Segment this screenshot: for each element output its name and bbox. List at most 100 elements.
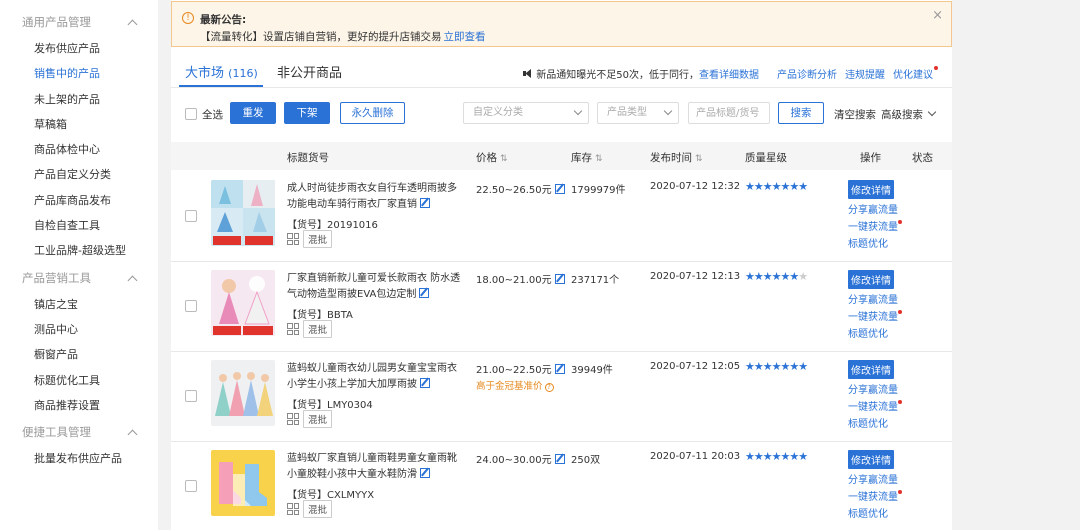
product-thumbnail[interactable] <box>211 180 275 246</box>
title-optimize-link[interactable]: 标题优化 <box>848 326 888 343</box>
title-optimize-link[interactable]: 标题优化 <box>848 236 888 253</box>
sidebar-item-store-treasure[interactable]: 镇店之宝 <box>0 292 158 317</box>
share-traffic-link[interactable]: 分享赢流量 <box>848 292 898 309</box>
sidebar-item-self-check[interactable]: 自检自查工具 <box>0 213 158 238</box>
sidebar-item-on-sale[interactable]: 销售中的产品 <box>0 61 158 86</box>
row-operations: 修改详情 分享赢流量 一键获流量 标题优化 <box>848 360 902 433</box>
sidebar-item-title-optimize[interactable]: 标题优化工具 <box>0 368 158 393</box>
category-select[interactable]: 自定义分类 <box>463 102 589 124</box>
sidebar-item-publish[interactable]: 发布供应产品 <box>0 36 158 61</box>
product-thumbnail[interactable] <box>211 450 275 516</box>
header-price[interactable]: 价格 ⇅ <box>476 150 508 165</box>
product-title[interactable]: 厂家直销新款儿童可爱长款雨衣 防水透气动物造型雨披EVA包边定制 <box>287 271 465 303</box>
product-price: 22.50~26.50元 <box>476 181 565 196</box>
delete-button[interactable]: 永久删除 <box>340 102 405 124</box>
sidebar-item-not-listed[interactable]: 未上架的产品 <box>0 87 158 112</box>
header-date[interactable]: 发布时间 ⇅ <box>650 150 703 165</box>
sidebar-item-recommend[interactable]: 商品推荐设置 <box>0 393 158 418</box>
batch-control[interactable]: 混批 <box>287 320 333 338</box>
sidebar-group-tools[interactable]: 便捷工具管理 <box>0 418 158 446</box>
tab-private[interactable]: 非公开商品 <box>277 62 342 81</box>
type-select[interactable]: 产品类型 <box>597 102 679 124</box>
announcement-text: 【流量转化】设置店铺自营销，更好的提升店铺交易 立即查看 <box>200 29 486 44</box>
row-checkbox[interactable] <box>185 480 197 492</box>
batch-control[interactable]: 混批 <box>287 230 333 248</box>
edit-details-button[interactable]: 修改详情 <box>848 270 894 289</box>
product-title[interactable]: 蓝蚂蚁厂家直销儿童雨鞋男童女童雨靴小童胶鞋小孩中大童水鞋防滑 <box>287 451 465 483</box>
one-click-traffic-link[interactable]: 一键获流量 <box>848 489 902 506</box>
question-icon[interactable]: ? <box>544 383 554 392</box>
optimize-link[interactable]: 优化建议 <box>893 66 938 81</box>
batch-button[interactable]: 混批 <box>303 500 333 518</box>
header-date-label: 发布时间 <box>650 152 692 164</box>
one-click-traffic-link[interactable]: 一键获流量 <box>848 309 902 326</box>
search-input[interactable] <box>688 102 770 124</box>
announcement-view-link[interactable]: 立即查看 <box>444 31 486 43</box>
one-click-traffic-link[interactable]: 一键获流量 <box>848 399 902 416</box>
row-operations: 修改详情 分享赢流量 一键获流量 标题优化 <box>848 450 902 523</box>
edit-icon[interactable] <box>420 378 430 388</box>
offline-button[interactable]: 下架 <box>284 102 330 124</box>
close-icon[interactable]: × <box>932 8 943 23</box>
sidebar-item-test-center[interactable]: 测品中心 <box>0 317 158 342</box>
product-stock: 39949件 <box>571 365 613 376</box>
sidebar-item-batch-publish[interactable]: 批量发布供应产品 <box>0 446 158 471</box>
title-optimize-link[interactable]: 标题优化 <box>848 506 888 523</box>
star-icon: ★ <box>762 450 773 463</box>
product-title[interactable]: 成人时尚徒步雨衣女自行车透明雨披多功能电动车骑行雨衣厂家直销 <box>287 181 465 213</box>
star-icon: ★ <box>789 180 799 193</box>
sidebar-item-custom-category[interactable]: 产品自定义分类 <box>0 162 158 187</box>
clear-search-link[interactable]: 清空搜索 <box>834 107 876 122</box>
edit-icon[interactable] <box>554 184 565 194</box>
title-optimize-link[interactable]: 标题优化 <box>848 416 888 433</box>
share-traffic-link[interactable]: 分享赢流量 <box>848 202 898 219</box>
share-traffic-link[interactable]: 分享赢流量 <box>848 382 898 399</box>
search-button[interactable]: 搜索 <box>778 102 824 124</box>
row-checkbox[interactable] <box>185 300 197 312</box>
sidebar-item-drafts[interactable]: 草稿箱 <box>0 112 158 137</box>
batch-button[interactable]: 混批 <box>303 410 333 428</box>
edit-icon[interactable] <box>554 364 565 374</box>
one-click-traffic-link[interactable]: 一键获流量 <box>848 219 902 236</box>
edit-icon[interactable] <box>554 454 565 464</box>
share-traffic-link[interactable]: 分享赢流量 <box>848 472 898 489</box>
toolbar: 全选 重发 下架 永久删除 自定义分类 产品类型 搜索 清空搜索 高级搜索 <box>171 98 952 128</box>
edit-details-button[interactable]: 修改详情 <box>848 180 894 199</box>
header-stock[interactable]: 库存 ⇅ <box>571 150 603 165</box>
product-title[interactable]: 蓝蚂蚁儿童雨衣幼儿园男女童宝宝雨衣小学生小孩上学加大加厚雨披 <box>287 361 465 393</box>
batch-button[interactable]: 混批 <box>303 320 333 338</box>
edit-details-button[interactable]: 修改详情 <box>848 450 894 469</box>
select-all-label: 全选 <box>202 109 223 121</box>
diagnosis-link[interactable]: 产品诊断分析 <box>777 66 837 81</box>
header-title: 标题货号 <box>287 152 329 164</box>
price-warning-text: 高于金冠基准价 <box>476 381 543 392</box>
row-checkbox[interactable] <box>185 210 197 222</box>
view-data-link[interactable]: 查看详细数据 <box>699 66 759 81</box>
advanced-search-toggle[interactable]: 高级搜索 <box>881 107 937 122</box>
batch-button[interactable]: 混批 <box>303 230 333 248</box>
chevron-down-icon <box>927 107 937 117</box>
edit-icon[interactable] <box>420 468 430 478</box>
product-thumbnail[interactable] <box>211 270 275 336</box>
sidebar-group-general[interactable]: 通用产品管理 <box>0 8 158 36</box>
sidebar-item-brand-select[interactable]: 工业品牌-超级选型 <box>0 238 158 263</box>
sidebar-item-library-publish[interactable]: 产品库商品发布 <box>0 188 158 213</box>
edit-icon[interactable] <box>554 274 565 284</box>
product-thumbnail[interactable] <box>211 360 275 426</box>
edit-details-button[interactable]: 修改详情 <box>848 360 894 379</box>
row-checkbox[interactable] <box>185 390 197 402</box>
sidebar-group-marketing[interactable]: 产品营销工具 <box>0 264 158 292</box>
batch-control[interactable]: 混批 <box>287 410 333 428</box>
tab-market[interactable]: 大市场 (116) <box>185 62 258 81</box>
sidebar-item-health-check[interactable]: 商品体检中心 <box>0 137 158 162</box>
quality-stars: ★★★★★★★ <box>745 450 808 463</box>
edit-icon[interactable] <box>419 288 430 298</box>
batch-control[interactable]: 混批 <box>287 500 333 518</box>
quality-stars: ★★★★★★★ <box>745 180 808 193</box>
sidebar-item-showcase[interactable]: 橱窗产品 <box>0 342 158 367</box>
star-icon: ★ <box>753 360 764 373</box>
select-all-checkbox[interactable] <box>185 108 197 120</box>
resend-button[interactable]: 重发 <box>230 102 276 124</box>
edit-icon[interactable] <box>420 198 430 208</box>
violation-link[interactable]: 违规提醒 <box>845 66 885 81</box>
